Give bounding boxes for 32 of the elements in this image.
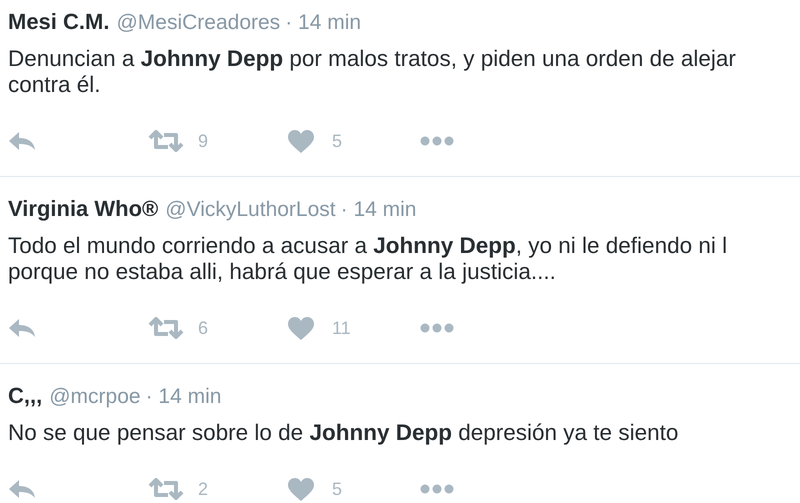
more-icon[interactable] (420, 484, 454, 494)
like-count: 5 (332, 130, 342, 152)
reply-icon[interactable] (8, 131, 36, 151)
more-icon[interactable] (420, 136, 454, 146)
heart-icon[interactable] (288, 478, 314, 500)
user-name[interactable]: C,,, (8, 383, 42, 409)
more-icon[interactable] (420, 323, 454, 333)
reply-icon[interactable] (8, 318, 36, 338)
tweet-time[interactable]: · 14 min (285, 10, 362, 36)
user-name[interactable]: Mesi C.M. (8, 9, 110, 35)
retweet-count: 9 (198, 130, 208, 152)
user-handle[interactable]: @MesiCreadores (116, 10, 280, 36)
retweet-count: 6 (198, 316, 208, 340)
like-count: 5 (332, 478, 342, 500)
retweet-icon[interactable] (148, 317, 184, 339)
user-name[interactable]: Virginia Who® (8, 196, 158, 222)
retweet-icon[interactable] (148, 478, 184, 500)
user-handle[interactable]: @mcrpoe (49, 384, 141, 410)
tweet-text: Todo el mundo corriendo a acusar a Johnny Depp, yo ni le defiendo ni l (8, 233, 728, 259)
retweet-count: 2 (198, 478, 208, 500)
tweet-text: Denuncian a Johnny Depp por malos tratos, y piden una orden de alejar (8, 46, 737, 72)
tweet-text: porque no estaba alli, habrá que esperar a la justicia.... (8, 259, 557, 285)
tweet-text: No se que pensar sobre lo de Johnny Depp depresión ya te siento (8, 420, 680, 446)
retweet-icon[interactable] (148, 130, 184, 152)
reply-icon[interactable] (8, 479, 36, 499)
like-count: 11 (332, 316, 351, 340)
tweet-text: contra él. (8, 72, 102, 98)
heart-icon[interactable] (288, 316, 314, 340)
tweet-time[interactable]: · 14 min (340, 197, 416, 223)
heart-icon[interactable] (288, 130, 314, 152)
user-handle[interactable]: @VickyLuthorLost (165, 197, 336, 223)
tweet-time[interactable]: · 14 min (146, 384, 222, 410)
